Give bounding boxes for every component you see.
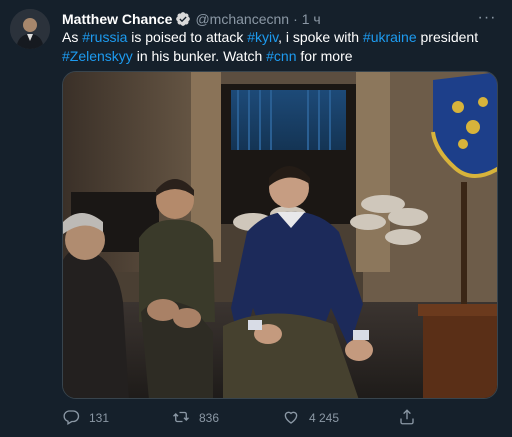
tweet-actions: 131 836 4 245 bbox=[62, 406, 498, 430]
retweet-count: 836 bbox=[199, 411, 220, 425]
text-segment: in his bunker. Watch bbox=[132, 48, 267, 64]
like-count: 4 245 bbox=[309, 411, 340, 425]
like-button[interactable]: 4 245 bbox=[282, 408, 339, 429]
avatar[interactable] bbox=[10, 9, 50, 49]
timestamp[interactable]: 1 ч bbox=[302, 11, 321, 27]
share-button[interactable] bbox=[398, 408, 416, 429]
text-segment: As bbox=[62, 29, 83, 45]
hashtag-kyiv[interactable]: #kyiv bbox=[247, 29, 278, 45]
reply-count: 131 bbox=[89, 411, 110, 425]
author-handle[interactable]: @mchancecnn bbox=[195, 11, 289, 27]
reply-icon bbox=[62, 408, 80, 429]
author-name[interactable]: Matthew Chance bbox=[62, 11, 172, 27]
tweet-header: Matthew Chance @mchancecnn · 1 ч bbox=[62, 9, 321, 29]
separator-dot: · bbox=[293, 11, 298, 27]
hashtag-russia[interactable]: #russia bbox=[82, 29, 127, 45]
tweet-text: As #russia is poised to attack #kyiv, i … bbox=[62, 28, 492, 66]
text-segment: for more bbox=[296, 48, 353, 64]
verified-badge-icon bbox=[175, 11, 191, 27]
heart-icon bbox=[282, 408, 300, 429]
hashtag-zelenskyy[interactable]: #Zelenskyy bbox=[62, 48, 133, 64]
reply-button[interactable]: 131 bbox=[62, 408, 109, 429]
tweet-photo[interactable] bbox=[62, 71, 498, 399]
more-icon[interactable]: ··· bbox=[476, 9, 498, 27]
hashtag-ukraine[interactable]: #ukraine bbox=[363, 29, 417, 45]
text-segment: is poised to attack bbox=[127, 29, 248, 45]
retweet-icon bbox=[172, 408, 190, 429]
retweet-button[interactable]: 836 bbox=[172, 408, 219, 429]
share-icon bbox=[398, 408, 416, 429]
hashtag-cnn[interactable]: #cnn bbox=[266, 48, 296, 64]
text-segment: president bbox=[416, 29, 479, 45]
tweet[interactable]: Matthew Chance @mchancecnn · 1 ч ··· As … bbox=[0, 0, 512, 437]
text-segment: , i spoke with bbox=[278, 29, 363, 45]
